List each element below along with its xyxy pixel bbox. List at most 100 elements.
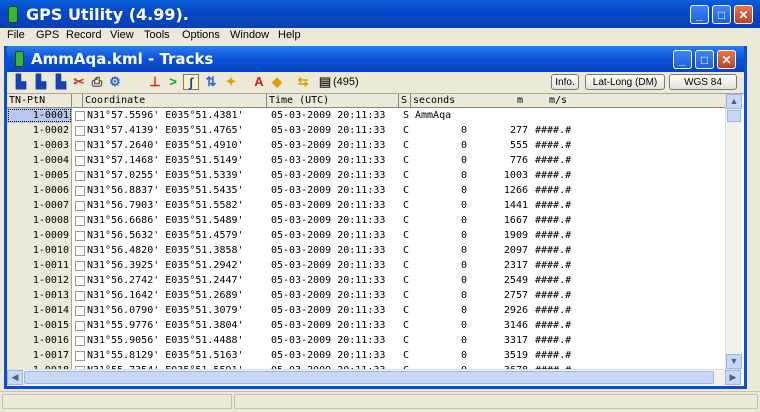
point-id[interactable]: 1-0009 — [7, 228, 72, 243]
insert-point-icon[interactable]: ⊥ — [147, 74, 163, 90]
track-icon[interactable]: ⇅ — [203, 74, 219, 90]
row-checkbox[interactable] — [75, 231, 85, 241]
row-checkbox[interactable] — [75, 351, 85, 361]
header-ms[interactable]: m/s — [547, 94, 587, 107]
header-s[interactable]: S — [399, 94, 411, 107]
table-row[interactable]: 1-0009 N31°56.5632' E035°51.4579' 05-03-20… — [7, 228, 725, 243]
point-id[interactable]: 1-0002 — [7, 123, 72, 138]
route-icon[interactable]: ʃ — [183, 74, 199, 90]
settings-icon[interactable]: ⚙ — [107, 74, 123, 90]
table-row[interactable]: 1-0015 N31°55.9776' E035°51.3804' 05-03-20… — [7, 318, 725, 333]
menu-view[interactable]: View — [110, 29, 134, 41]
child-minimize-button[interactable]: _ — [673, 50, 692, 69]
header-time[interactable]: Time (UTC) — [267, 94, 399, 107]
point-id[interactable]: 1-0005 — [7, 168, 72, 183]
table-row[interactable]: 1-0003 N31°57.2640' E035°51.4910' 05-03-20… — [7, 138, 725, 153]
menu-options[interactable]: Options — [182, 29, 220, 41]
row-checkbox[interactable] — [75, 261, 85, 271]
point-id[interactable]: 1-0015 — [7, 318, 72, 333]
table-row[interactable]: 1-0002 N31°57.4139' E035°51.4765' 05-03-20… — [7, 123, 725, 138]
row-checkbox[interactable] — [75, 186, 85, 196]
next-icon[interactable]: > — [165, 74, 181, 90]
table-row[interactable]: 1-0016 N31°55.9056' E035°51.4488' 05-03-20… — [7, 333, 725, 348]
minimize-button[interactable]: _ — [690, 5, 709, 24]
row-checkbox[interactable] — [75, 111, 85, 121]
vertical-scrollbar[interactable]: ▲ ▼ — [725, 94, 742, 369]
split-track-icon[interactable]: ▙ — [53, 74, 69, 90]
point-id[interactable]: 1-0017 — [7, 348, 72, 363]
table-row[interactable]: 1-0013 N31°56.1642' E035°51.2689' 05-03-20… — [7, 288, 725, 303]
point-id[interactable]: 1-0001 — [7, 108, 72, 123]
table-row[interactable]: 1-0014 N31°56.0790' E035°51.3079' 05-03-20… — [7, 303, 725, 318]
table-row[interactable]: 1-0017 N31°55.8129' E035°51.5163' 05-03-20… — [7, 348, 725, 363]
point-id[interactable]: 1-0006 — [7, 183, 72, 198]
list-icon[interactable]: ▤ — [317, 74, 333, 90]
waypoint-icon[interactable]: ✦ — [223, 74, 239, 90]
table-row[interactable]: 1-0005 N31°57.0255' E035°51.5339' 05-03-20… — [7, 168, 725, 183]
row-checkbox[interactable] — [75, 201, 85, 211]
point-id[interactable]: 1-0016 — [7, 333, 72, 348]
point-id[interactable]: 1-0008 — [7, 213, 72, 228]
edit-track-icon[interactable]: ▙ — [33, 74, 49, 90]
row-checkbox[interactable] — [75, 306, 85, 316]
table-row[interactable]: 1-0006 N31°56.8837' E035°51.5435' 05-03-20… — [7, 183, 725, 198]
row-checkbox[interactable] — [75, 336, 85, 346]
table-row[interactable]: 1-0001 N31°57.5596' E035°51.4381' 05-03-20… — [7, 108, 725, 123]
coordinate-format-button[interactable]: Lat-Long (DM) — [585, 74, 665, 90]
point-id[interactable]: 1-0011 — [7, 258, 72, 273]
text-icon[interactable]: A — [251, 74, 267, 90]
table-row[interactable]: 1-0004 N31°57.1468' E035°51.5149' 05-03-20… — [7, 153, 725, 168]
menu-file[interactable]: File — [7, 29, 25, 41]
point-id[interactable]: 1-0004 — [7, 153, 72, 168]
seconds-cell: 0 — [460, 335, 467, 346]
maximize-button[interactable]: □ — [712, 5, 731, 24]
scroll-right-arrow[interactable]: ▶ — [725, 370, 741, 385]
scroll-left-arrow[interactable]: ◀ — [7, 370, 23, 385]
row-checkbox[interactable] — [75, 321, 85, 331]
table-row[interactable]: 1-0011 N31°56.3925' E035°51.2942' 05-03-20… — [7, 258, 725, 273]
row-checkbox[interactable] — [75, 246, 85, 256]
header-coordinate[interactable]: Coordinate — [83, 94, 267, 107]
child-close-button[interactable]: ✕ — [717, 50, 736, 69]
point-id[interactable]: 1-0010 — [7, 243, 72, 258]
print-icon[interactable]: ⎙ — [89, 74, 105, 90]
datum-button[interactable]: WGS 84 — [669, 74, 737, 90]
vertical-scroll-thumb[interactable] — [727, 110, 741, 122]
row-checkbox[interactable] — [75, 156, 85, 166]
scroll-down-arrow[interactable]: ▼ — [726, 354, 742, 369]
table-row[interactable]: 1-0010 N31°56.4820' E035°51.3858' 05-03-20… — [7, 243, 725, 258]
horizontal-scroll-thumb[interactable] — [24, 371, 714, 384]
menu-window[interactable]: Window — [230, 29, 269, 41]
transfer-icon[interactable]: ⇆ — [295, 74, 311, 90]
menu-gps[interactable]: GPS — [36, 29, 59, 41]
scroll-up-arrow[interactable]: ▲ — [726, 94, 742, 109]
row-checkbox[interactable] — [75, 126, 85, 136]
menu-record[interactable]: Record — [66, 29, 101, 41]
row-checkbox[interactable] — [75, 216, 85, 226]
info-button[interactable]: Info. — [551, 74, 579, 90]
point-id[interactable]: 1-0012 — [7, 273, 72, 288]
delete-icon[interactable]: ✂ — [71, 74, 87, 90]
header-tn-ptn[interactable]: TN-PtN — [7, 94, 72, 107]
point-id[interactable]: 1-0007 — [7, 198, 72, 213]
horizontal-scrollbar[interactable]: ◀ ▶ — [7, 369, 741, 385]
table-row[interactable]: 1-0012 N31°56.2742' E035°51.2447' 05-03-20… — [7, 273, 725, 288]
new-track-icon[interactable]: ▙ — [13, 74, 29, 90]
child-maximize-button[interactable]: □ — [695, 50, 714, 69]
header-m[interactable]: m — [515, 94, 535, 107]
menu-help[interactable]: Help — [278, 29, 301, 41]
table-row[interactable]: 1-0008 N31°56.6686' E035°51.5489' 05-03-20… — [7, 213, 725, 228]
header-check[interactable] — [72, 94, 83, 107]
point-id[interactable]: 1-0003 — [7, 138, 72, 153]
point-id[interactable]: 1-0014 — [7, 303, 72, 318]
close-button[interactable]: ✕ — [734, 5, 753, 24]
row-checkbox[interactable] — [75, 171, 85, 181]
row-checkbox[interactable] — [75, 291, 85, 301]
point-id[interactable]: 1-0013 — [7, 288, 72, 303]
table-row[interactable]: 1-0007 N31°56.7903' E035°51.5582' 05-03-20… — [7, 198, 725, 213]
menu-tools[interactable]: Tools — [144, 29, 170, 41]
label-icon[interactable]: ◆ — [269, 74, 285, 90]
row-checkbox[interactable] — [75, 141, 85, 151]
header-seconds[interactable]: seconds — [411, 94, 511, 107]
row-checkbox[interactable] — [75, 276, 85, 286]
